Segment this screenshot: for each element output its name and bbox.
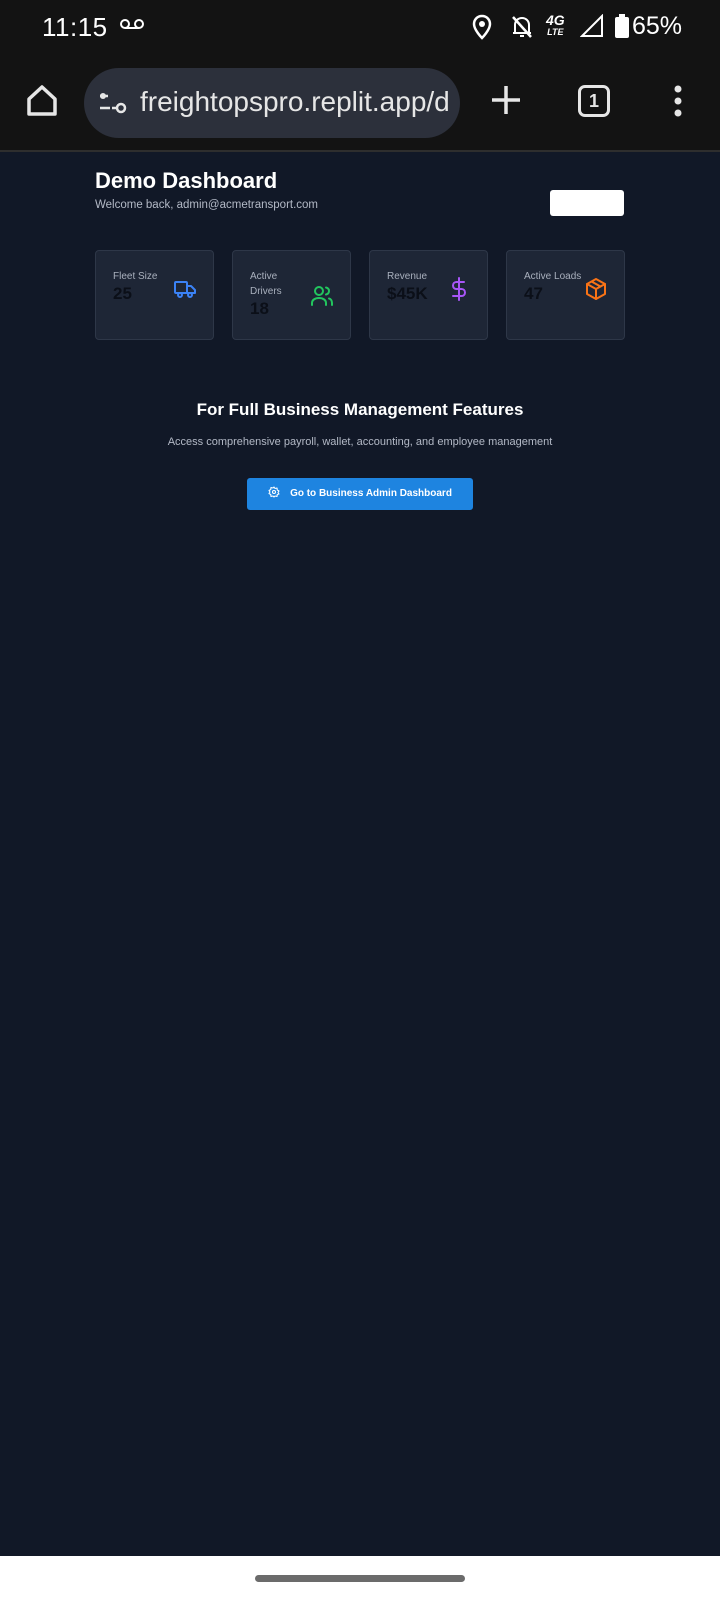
stat-value: 25 bbox=[113, 284, 132, 303]
home-icon[interactable] bbox=[24, 82, 60, 118]
stats-grid: Fleet Size 25 Active Drivers 18 Revenue … bbox=[95, 250, 625, 340]
battery-level: 65% bbox=[632, 12, 683, 40]
business-features-section: For Full Business Management Features Ac… bbox=[0, 400, 720, 510]
network-indicator: 4G LTE bbox=[546, 13, 565, 38]
navigation-bar bbox=[0, 1556, 720, 1600]
stat-value: 18 bbox=[250, 299, 269, 318]
section-title: For Full Business Management Features bbox=[196, 400, 524, 419]
header-action-button[interactable] bbox=[550, 190, 624, 216]
welcome-text: Welcome back, admin@acmetransport.com bbox=[95, 199, 319, 211]
tabs-icon[interactable]: 1 bbox=[578, 85, 610, 117]
network-subtype: LTE bbox=[547, 27, 564, 37]
status-bar: 11:15 4G LTE 65% bbox=[0, 0, 720, 56]
browser-toolbar: freightopspro.replit.app/dashboard 1 bbox=[0, 56, 720, 152]
address-bar[interactable]: freightopspro.replit.app/dashboard bbox=[84, 68, 460, 138]
site-settings-icon[interactable] bbox=[98, 90, 128, 121]
status-time: 11:15 bbox=[42, 12, 108, 42]
settings-icon bbox=[268, 486, 290, 499]
stat-value: $45K bbox=[387, 284, 428, 303]
stat-label: Revenue bbox=[387, 271, 428, 282]
section-description: Access comprehensive payroll, wallet, ac… bbox=[167, 436, 553, 448]
stat-label: Fleet Size bbox=[113, 271, 158, 282]
business-admin-button[interactable]: Go to Business Admin Dashboard bbox=[247, 478, 473, 510]
battery-icon bbox=[614, 13, 630, 44]
plus-icon[interactable] bbox=[490, 84, 522, 116]
stat-label: Active Drivers bbox=[250, 271, 282, 297]
stat-value: 47 bbox=[524, 284, 543, 303]
package-icon bbox=[584, 277, 608, 306]
page-title: Demo Dashboard bbox=[95, 168, 278, 193]
stat-card-revenue: Revenue $45K bbox=[369, 250, 488, 340]
page-content: Demo Dashboard Welcome back, admin@acmet… bbox=[0, 152, 720, 1556]
stat-card-fleet-size: Fleet Size 25 bbox=[95, 250, 214, 340]
gesture-handle[interactable] bbox=[255, 1575, 465, 1582]
url-text: freightopspro.replit.app/dashboard bbox=[140, 86, 450, 117]
stat-card-active-drivers: Active Drivers 18 bbox=[232, 250, 351, 340]
signal-icon bbox=[579, 13, 604, 43]
stat-card-active-loads: Active Loads 47 bbox=[506, 250, 625, 340]
bell-off-icon bbox=[510, 14, 534, 45]
button-label: Go to Business Admin Dashboard bbox=[290, 488, 452, 499]
more-vert-icon[interactable] bbox=[670, 84, 686, 118]
users-icon bbox=[310, 284, 334, 313]
dashboard-container: Demo Dashboard Welcome back, admin@acmet… bbox=[95, 168, 625, 340]
truck-icon bbox=[173, 277, 197, 306]
voicemail-icon bbox=[120, 17, 144, 35]
location-icon bbox=[472, 14, 492, 45]
dollar-icon bbox=[447, 277, 471, 306]
